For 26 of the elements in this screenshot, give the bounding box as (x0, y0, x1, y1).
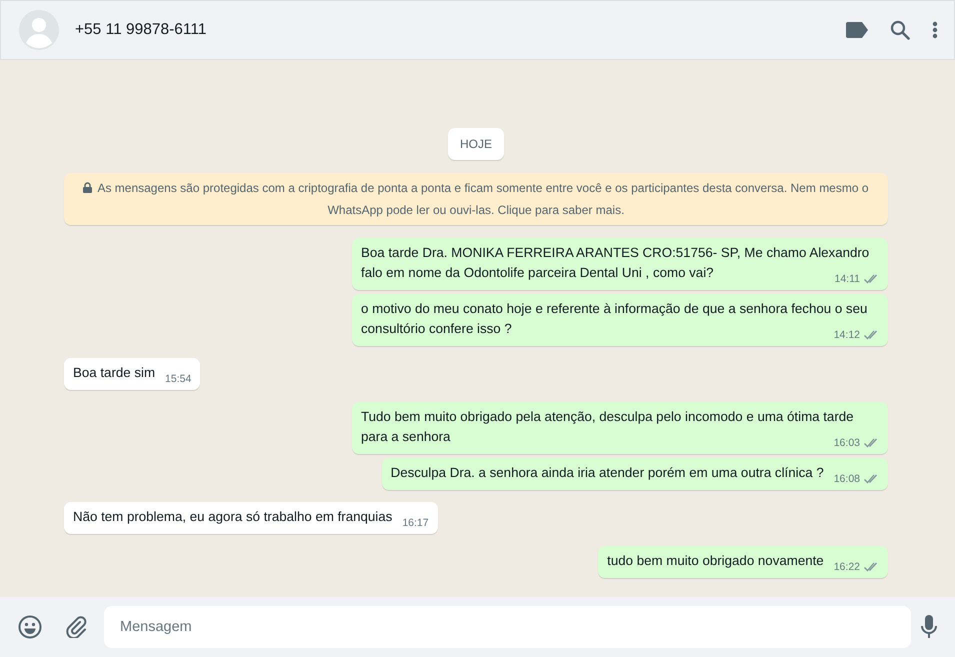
message-time: 14:11 (834, 272, 860, 286)
label-icon[interactable] (846, 22, 868, 38)
message-time: 15:54 (165, 372, 192, 386)
sent-message: Boa tarde Dra. MONIKA FERREIRA ARANTES CRO:51756- SP, Me chamo Alexandro falo em nome da Odontolife parceira Dental Uni , como vai? 14:11 (352, 238, 888, 290)
received-message: Não tem problema, eu agora só trabalho em franquias 16:17 (64, 502, 438, 534)
notice-text: As mensagens são protegidas com a criptografia de ponta a ponta e ficam somente entre você e os participantes desta conversa. Nem mesmo o WhatsApp pode ler ou ouvi-las. Clique para saber mais. (97, 181, 869, 217)
search-icon[interactable] (890, 20, 910, 40)
message-time: 14:12 (834, 328, 860, 342)
contact-name[interactable]: +55 11 99878-6111 (75, 18, 206, 42)
microphone-icon[interactable] (921, 615, 937, 639)
emoji-icon[interactable] (18, 615, 42, 639)
attach-icon[interactable] (66, 616, 88, 638)
lock-icon (83, 182, 92, 193)
received-message: Boa tarde sim 15:54 (64, 358, 200, 390)
encryption-notice[interactable]: As mensagens são protegidas com a criptografia de ponta a ponta e ficam somente entre você e os participantes desta conversa. Nem mesmo o WhatsApp pode ler ou ouvi-las. Clique para saber mais. (64, 173, 888, 225)
sent-message: Tudo bem muito obrigado pela atenção, desculpa pelo incomodo e uma ótima tarde para a senhora 16:03 (352, 402, 888, 454)
message-time: 16:17 (402, 516, 429, 530)
message-input[interactable]: Mensagem (104, 606, 911, 648)
message-time: 16:03 (834, 436, 860, 450)
menu-icon[interactable] (932, 21, 938, 39)
sent-message: tudo bem muito obrigado novamente 16:22 (598, 546, 888, 578)
sent-message: o motivo do meu conato hoje e referente à informação de que a senhora fechou o seu consultório confere isso ? 14:12 (352, 294, 888, 346)
message-time: 16:08 (834, 472, 860, 486)
sent-message: Desculpa Dra. a senhora ainda iria atender porém em uma outra clínica ? 16:08 (382, 458, 888, 490)
date-chip: HOJE (448, 128, 504, 160)
message-time: 16:22 (834, 560, 860, 574)
